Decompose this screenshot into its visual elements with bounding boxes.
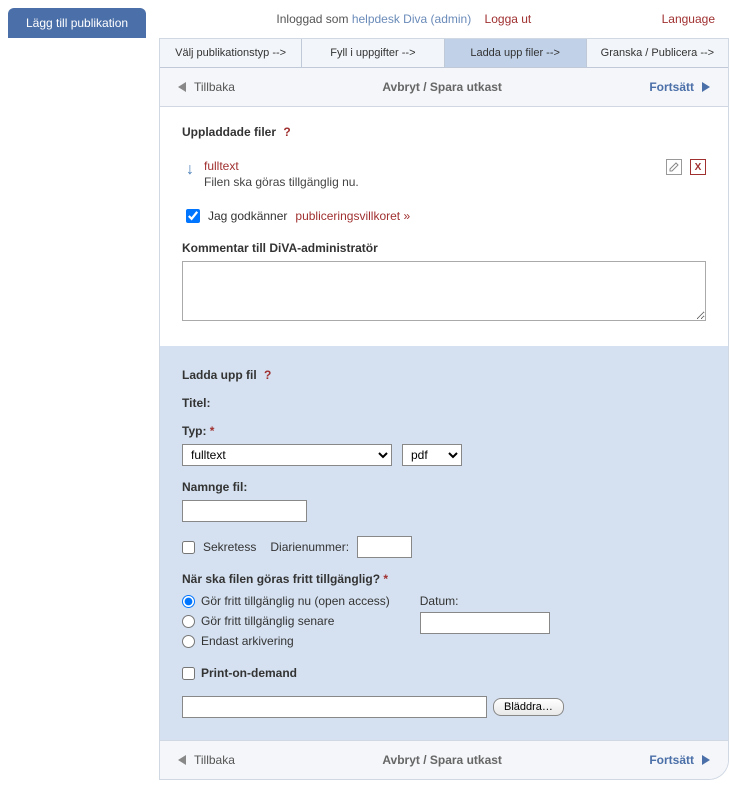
add-publication-tab[interactable]: Lägg till publikation	[8, 8, 146, 38]
browse-button[interactable]: Bläddra…	[493, 698, 564, 716]
file-extension-select[interactable]: pdf	[402, 444, 462, 466]
date-label: Datum:	[420, 594, 459, 608]
logged-in-prefix: Inloggad som	[276, 12, 348, 26]
sidebar	[0, 38, 160, 780]
logout-link[interactable]: Logga ut	[485, 12, 532, 26]
availability-label: När ska filen göras fritt tillgänglig? *	[182, 572, 706, 586]
step-fill-info[interactable]: Fyll i uppgifter -->	[302, 39, 444, 67]
step-review-publish[interactable]: Granska / Publicera -->	[587, 39, 728, 67]
print-on-demand-checkbox[interactable]	[182, 667, 195, 680]
accept-terms-checkbox[interactable]	[186, 209, 200, 223]
title-label: Titel:	[182, 396, 706, 410]
file-name-link[interactable]: fulltext	[204, 159, 359, 173]
step-upload-files[interactable]: Ladda upp filer -->	[445, 39, 587, 67]
file-type-select[interactable]: fulltext	[182, 444, 392, 466]
sekretess-label: Sekretess	[203, 540, 256, 554]
arrow-right-icon	[702, 82, 710, 92]
radio-open-access[interactable]: Gör fritt tillgänglig nu (open access)	[182, 594, 390, 608]
arrow-left-icon	[178, 755, 186, 765]
back-link[interactable]: Tillbaka	[178, 80, 235, 94]
download-icon[interactable]: ↓	[186, 161, 194, 179]
file-name-input[interactable]	[182, 500, 307, 522]
radio-later-input[interactable]	[182, 615, 195, 628]
accept-prefix: Jag godkänner	[208, 209, 287, 223]
name-file-label: Namnge fil:	[182, 480, 706, 494]
radio-later[interactable]: Gör fritt tillgänglig senare	[182, 614, 390, 628]
diarie-input[interactable]	[357, 536, 412, 558]
comment-textarea[interactable]	[182, 261, 706, 321]
comment-label: Kommentar till DiVA-administratör	[182, 241, 706, 255]
radio-open-access-input[interactable]	[182, 595, 195, 608]
type-label: Typ: *	[182, 424, 706, 438]
continue-link[interactable]: Fortsätt	[649, 80, 710, 94]
login-info: Inloggad som helpdesk Diva (admin) Logga…	[146, 8, 662, 26]
uploaded-title-text: Uppladdade filer	[182, 125, 276, 139]
wizard-steps: Välj publikationstyp --> Fyll i uppgifte…	[160, 39, 728, 68]
upload-file-heading: Ladda upp fil ?	[182, 368, 706, 382]
continue-link[interactable]: Fortsätt	[649, 753, 710, 767]
cancel-save-link[interactable]: Avbryt / Spara utkast	[382, 753, 502, 767]
continue-label: Fortsätt	[649, 753, 694, 767]
arrow-left-icon	[178, 82, 186, 92]
uploaded-files-heading: Uppladdade filer ?	[182, 125, 706, 139]
step-choose-type[interactable]: Välj publikationstyp -->	[160, 39, 302, 67]
radio-archive-only[interactable]: Endast arkivering	[182, 634, 390, 648]
file-description: Filen ska göras tillgänglig nu.	[204, 175, 359, 189]
delete-file-icon[interactable]: X	[690, 159, 706, 175]
print-on-demand-label: Print-on-demand	[201, 666, 297, 680]
radio-archive-input[interactable]	[182, 635, 195, 648]
cancel-save-link[interactable]: Avbryt / Spara utkast	[382, 80, 502, 94]
language-link[interactable]: Language	[662, 8, 715, 26]
publishing-terms-link[interactable]: publiceringsvillkoret »	[295, 209, 410, 223]
back-label: Tillbaka	[194, 753, 235, 767]
upload-title-text: Ladda upp fil	[182, 368, 257, 382]
help-icon[interactable]: ?	[264, 368, 271, 382]
sekretess-checkbox[interactable]	[182, 541, 195, 554]
diarie-label: Diarienummer:	[270, 540, 349, 554]
continue-label: Fortsätt	[649, 80, 694, 94]
uploaded-file-row: ↓ fulltext Filen ska göras tillgänglig n…	[182, 153, 706, 201]
arrow-right-icon	[702, 755, 710, 765]
date-input[interactable]	[420, 612, 550, 634]
back-label: Tillbaka	[194, 80, 235, 94]
help-icon[interactable]: ?	[283, 125, 290, 139]
edit-file-icon[interactable]	[666, 159, 682, 175]
back-link[interactable]: Tillbaka	[178, 753, 235, 767]
file-path-input[interactable]	[182, 696, 487, 718]
username[interactable]: helpdesk Diva (admin)	[352, 12, 471, 26]
